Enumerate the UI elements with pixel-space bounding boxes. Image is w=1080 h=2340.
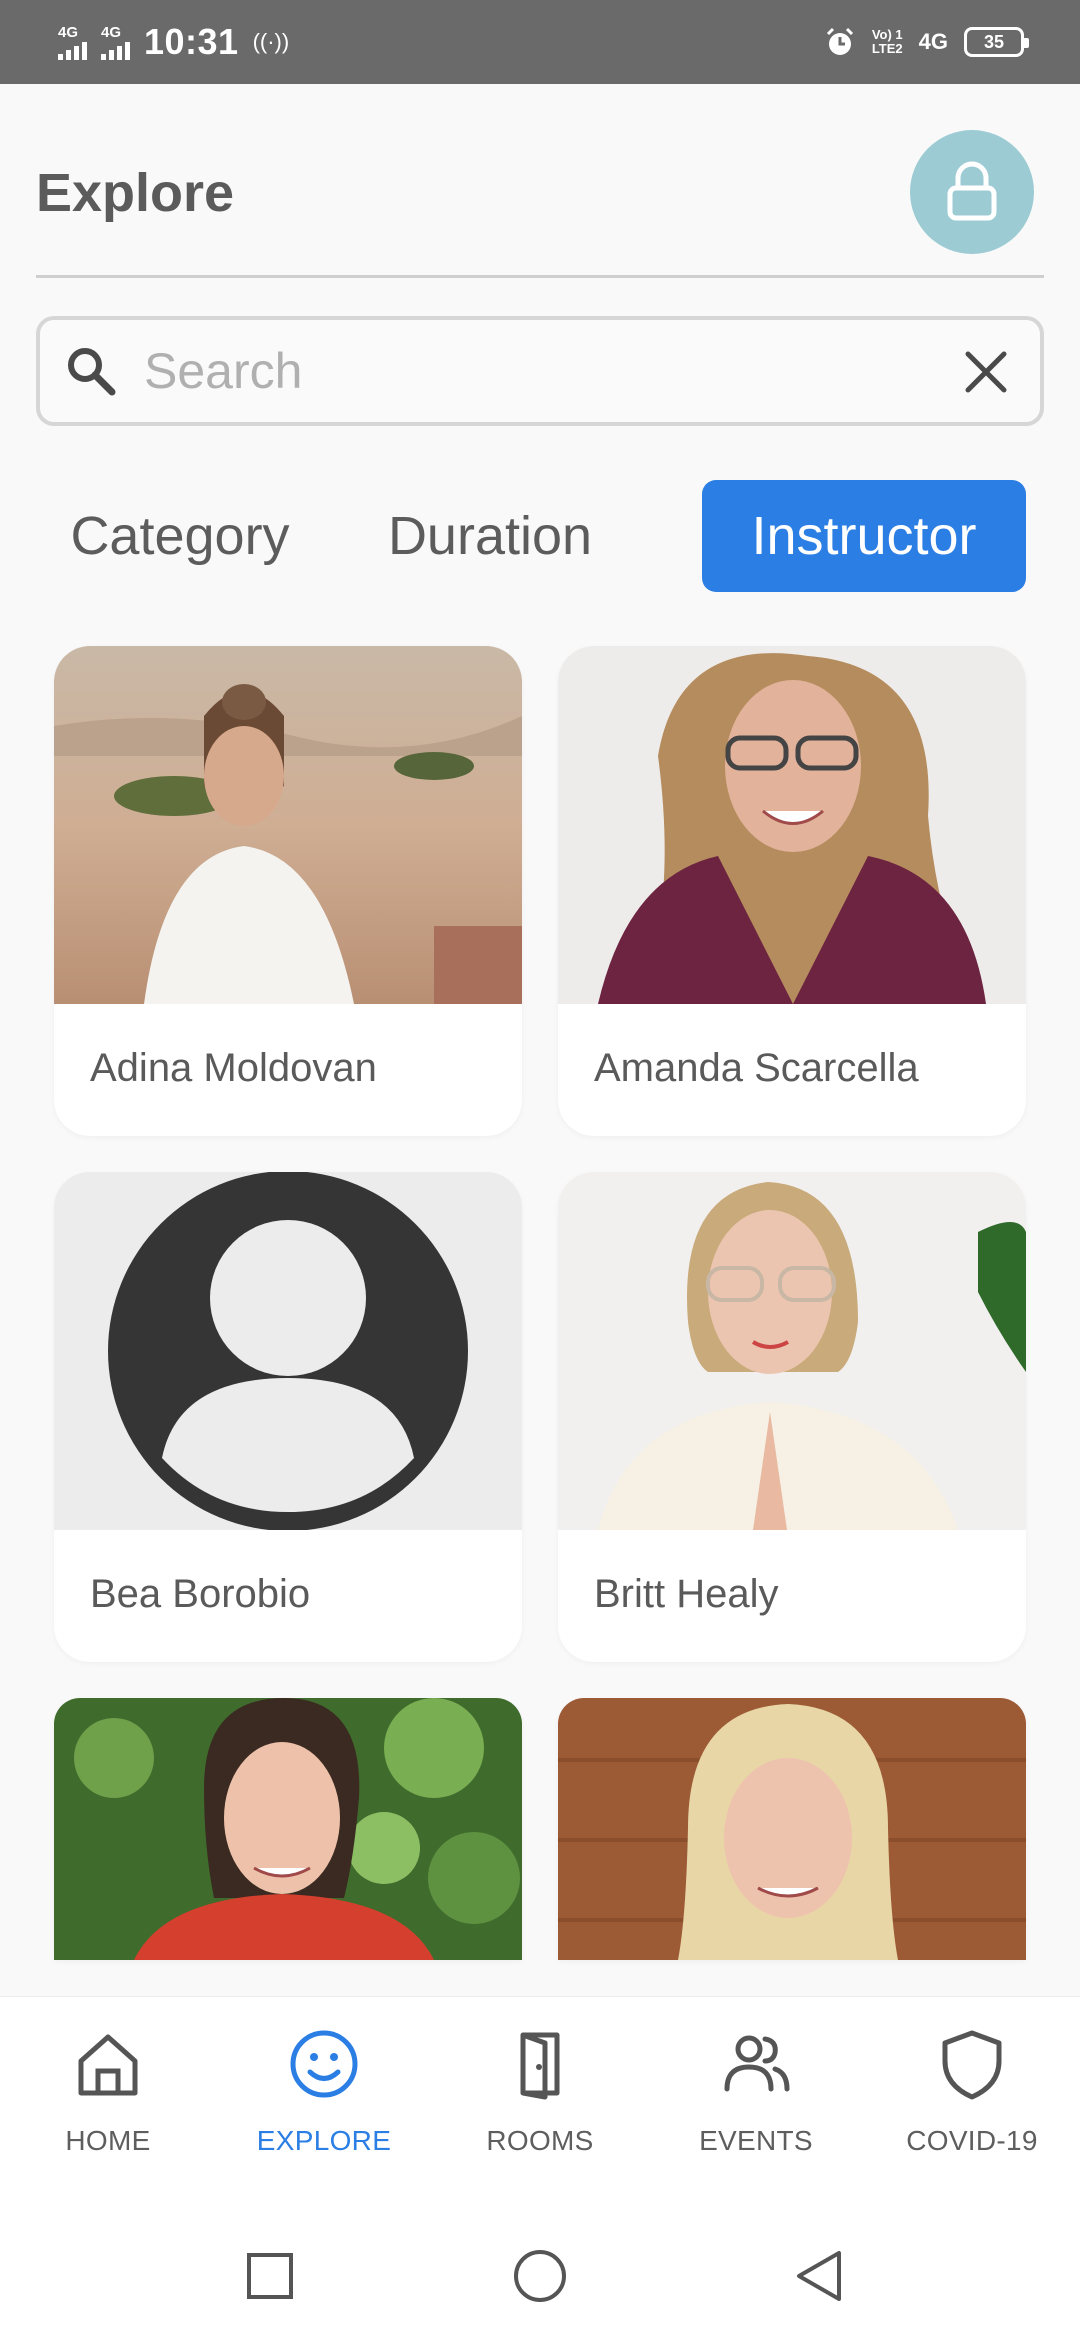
instructor-card[interactable]: Amanda Scarcella	[558, 646, 1026, 1136]
people-icon	[724, 2035, 790, 2092]
network-type: 4G	[918, 29, 948, 54]
instructor-photo	[54, 1172, 522, 1530]
page-title: Explore	[36, 163, 235, 223]
instructor-photo	[54, 646, 522, 1004]
instructor-photo	[558, 646, 1026, 1004]
home-system-button[interactable]	[510, 2246, 570, 2306]
lock-icon	[947, 161, 997, 221]
back-button[interactable]	[790, 2246, 850, 2306]
signal-strength-icon: 4G	[101, 25, 130, 60]
instructor-name: Amanda Scarcella	[594, 1046, 919, 1090]
nav-rooms[interactable]: ROOMS	[450, 2027, 630, 2187]
shield-icon	[942, 2030, 1002, 2100]
instructor-card[interactable]: Britt Healy	[558, 1172, 1026, 1662]
search-bar[interactable]	[36, 316, 1044, 426]
status-time: 10:31	[144, 21, 239, 62]
tab-category[interactable]: Category	[50, 480, 310, 592]
hotspot-icon: ((·))	[252, 29, 290, 54]
nav-explore[interactable]: EXPLORE	[234, 2027, 414, 2187]
alarm-icon	[826, 27, 853, 55]
default-avatar-icon	[54, 1172, 522, 1530]
back-triangle-icon	[797, 2251, 841, 2301]
volte-indicator: Vo) 1 LTE2	[871, 27, 903, 56]
instructor-card[interactable]	[558, 1698, 1026, 1960]
instructor-photo	[558, 1698, 1026, 1960]
square-icon	[247, 2253, 293, 2299]
bottom-navigation: HOME EXPLORE ROOMS EVENTS COVID-19	[0, 1996, 1080, 2206]
instructor-card[interactable]: Bea Borobio	[54, 1172, 522, 1662]
tab-instructor[interactable]: Instructor	[702, 480, 1026, 592]
system-navigation-bar	[0, 2206, 1080, 2340]
smiley-icon	[290, 2030, 358, 2098]
instructor-photo	[54, 1698, 522, 1960]
instructor-name: Bea Borobio	[90, 1572, 311, 1616]
circle-icon	[514, 2250, 566, 2302]
instructor-photo	[558, 1172, 1026, 1530]
instructor-name: Britt Healy	[594, 1572, 779, 1616]
tab-duration[interactable]: Duration	[370, 480, 610, 592]
door-icon	[520, 2032, 560, 2100]
instructor-card[interactable]: Adina Moldovan	[54, 646, 522, 1136]
battery-icon: 35	[964, 27, 1029, 57]
instructor-name: Adina Moldovan	[90, 1046, 377, 1090]
clear-icon[interactable]	[958, 344, 1014, 400]
filter-tabs: Category Duration Instructor	[50, 480, 1030, 592]
lock-button[interactable]	[910, 130, 1034, 254]
signal-strength-icon: 4G	[58, 25, 87, 60]
search-icon	[68, 348, 116, 396]
search-input[interactable]	[144, 334, 944, 408]
nav-events[interactable]: EVENTS	[666, 2027, 846, 2187]
nav-covid[interactable]: COVID-19	[882, 2027, 1062, 2187]
header-divider	[36, 275, 1044, 278]
status-bar: 4G 4G 10:31 ((·)) Vo) 1 LTE2 4G 35	[0, 0, 1080, 84]
nav-home[interactable]: HOME	[18, 2027, 198, 2187]
instructor-card[interactable]	[54, 1698, 522, 1960]
recents-button[interactable]	[240, 2246, 300, 2306]
home-icon	[78, 2034, 138, 2096]
